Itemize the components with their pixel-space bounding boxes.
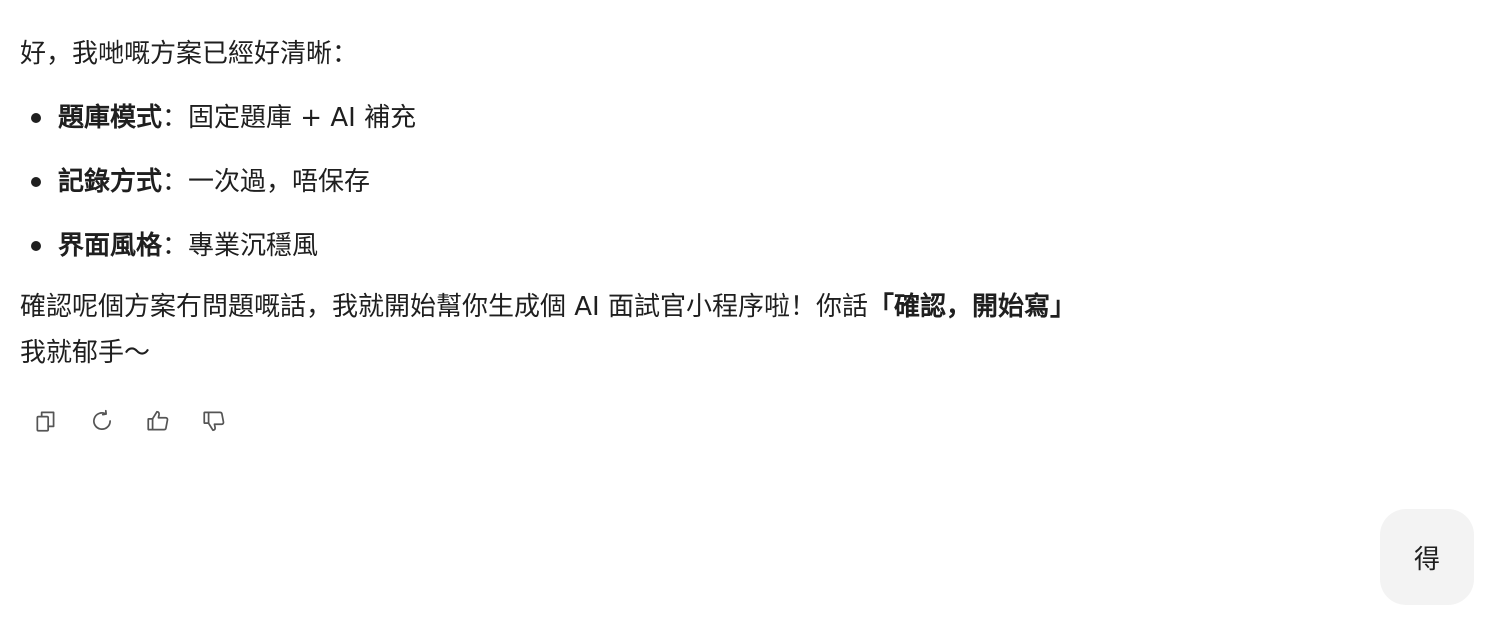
copy-button[interactable] bbox=[20, 398, 72, 444]
thumbs-up-icon bbox=[147, 410, 169, 431]
list-item: 界面風格：專業沉穩風 bbox=[20, 220, 1280, 272]
user-message-bubble: 得 bbox=[1380, 509, 1474, 605]
refresh-icon bbox=[93, 409, 111, 430]
closing-line-1: 確認呢個方案冇問題嘅話，我就開始幫你生成個 AI 面試官小程序啦！你話「確認，開… bbox=[20, 284, 1280, 330]
user-message-text: 得 bbox=[1413, 544, 1440, 575]
closing-line-2: 我就郁手～ bbox=[20, 338, 151, 368]
assistant-message: 好，我哋嘅方案已經好清晰： 題庫模式：固定題庫 + AI 補充 記錄方式：一次過… bbox=[20, 28, 1280, 376]
message-closing: 確認呢個方案冇問題嘅話，我就開始幫你生成個 AI 面試官小程序啦！你話「確認，開… bbox=[20, 284, 1280, 376]
list-item: 題庫模式：固定題庫 + AI 補充 bbox=[20, 92, 1280, 144]
item-label: 題庫模式 bbox=[58, 103, 163, 133]
dislike-button[interactable] bbox=[188, 398, 240, 444]
regenerate-button[interactable] bbox=[76, 398, 128, 444]
closing-emphasis: 「確認，開始寫」 bbox=[867, 292, 1076, 322]
item-value: 專業沉穩風 bbox=[188, 231, 319, 261]
thumbs-down-icon bbox=[203, 411, 225, 432]
chat-thread: 好，我哋嘅方案已經好清晰： 題庫模式：固定題庫 + AI 補充 記錄方式：一次過… bbox=[0, 0, 1488, 620]
item-value: 一次過，唔保存 bbox=[188, 167, 371, 197]
item-value: 固定題庫 + AI 補充 bbox=[188, 103, 417, 133]
plan-list: 題庫模式：固定題庫 + AI 補充 記錄方式：一次過，唔保存 界面風格：專業沉穩… bbox=[20, 92, 1280, 272]
bullet-dot bbox=[31, 113, 41, 123]
list-item: 記錄方式：一次過，唔保存 bbox=[20, 156, 1280, 208]
item-separator: ： bbox=[162, 103, 189, 133]
item-separator: ： bbox=[162, 167, 189, 197]
bullet-dot bbox=[31, 177, 41, 187]
item-label: 記錄方式 bbox=[58, 167, 163, 197]
closing-text: 確認呢個方案冇問題嘅話，我就開始幫你生成個 AI 面試官小程序啦！你話 bbox=[20, 292, 868, 322]
copy-icon bbox=[36, 411, 55, 432]
item-label: 界面風格 bbox=[58, 231, 163, 261]
like-button[interactable] bbox=[132, 398, 184, 444]
message-intro: 好，我哋嘅方案已經好清晰： bbox=[20, 39, 359, 69]
item-separator: ： bbox=[162, 231, 189, 261]
bullet-dot bbox=[31, 241, 41, 251]
message-actions bbox=[20, 398, 240, 444]
